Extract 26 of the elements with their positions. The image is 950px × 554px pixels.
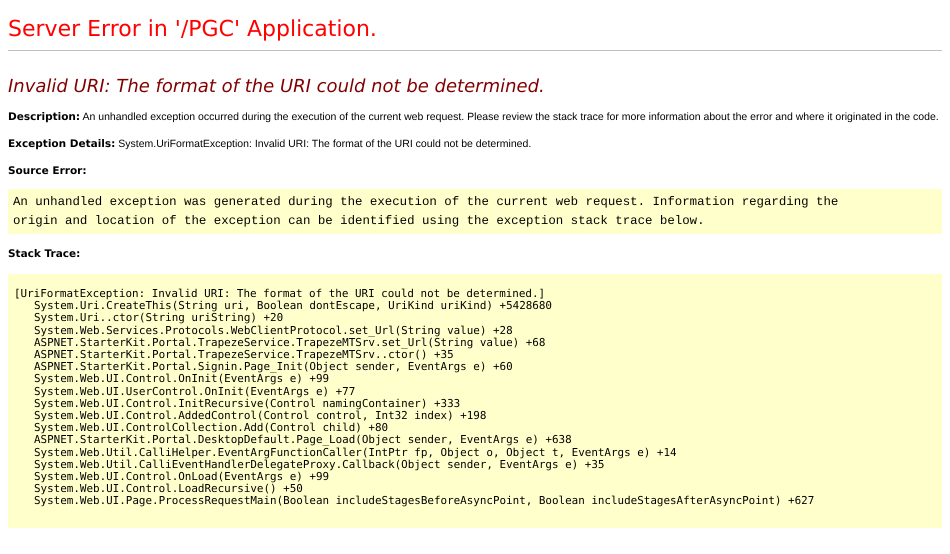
stack-trace-line: System.Web.UI.Control.OnInit(EventArgs e) +99 — [34, 373, 330, 386]
stack-trace-line: ASPNET.StarterKit.Portal.DesktopDefault.Page_Load(Object sender, EventArgs e) +638 — [34, 434, 572, 447]
stack-trace-line: System.Web.UI.Control.InitRecursive(Control namingContainer) +333 — [34, 398, 460, 410]
exception-details-text: Exception Details: System.UriFormatException: Invalid URI: The format of the URI could not be determined. — [8, 138, 532, 151]
source-error-line: An unhandled exception was generated during the execution of the current web request. Information regarding the — [13, 194, 838, 211]
stack-trace-line: System.Uri.CreateThis(String uri, Boolean dontEscape, UriKind uriKind) +5428680 — [34, 300, 552, 312]
stack-trace-line: System.Web.UI.ControlCollection.Add(Control child) +80 — [34, 422, 388, 434]
error-heading: Invalid URI: The format of the URI could not be determined. — [8, 76, 545, 97]
stack-trace-line: System.Web.Util.CalliHelper.EventArgFunctionCaller(IntPtr fp, Object o, Object t, EventArgs e) +14 — [34, 446, 677, 459]
source-error-line: origin and location of the exception can be identified using the exception stack trace below. — [13, 213, 705, 230]
description-text: Description: An unhandled exception occurred during the execution of the current web request. Please review the stack trace for more information about the error and where it originated in the code. — [8, 111, 940, 124]
stack-trace-line: System.Web.UI.Control.LoadRecursive() +50 — [34, 483, 303, 496]
stack-trace-line: ASPNET.StarterKit.Portal.TrapezeService.TrapezeMTSrv..ctor() +35 — [34, 349, 454, 362]
section-label: Source Error: — [8, 165, 87, 177]
stack-trace-line: System.Web.UI.Control.OnLoad(EventArgs e) +99 — [34, 471, 330, 484]
stack-trace-line: System.Web.UI.UserControl.OnInit(EventArgs e) +77 — [34, 386, 356, 398]
stack-trace-line: System.Web.Services.Protocols.WebClientProtocol.set_Url(String value) +28 — [34, 324, 513, 337]
stack-trace-line: System.Uri..ctor(String uriString) +20 — [34, 312, 284, 325]
stack-trace-header: [UriFormatException: Invalid URI: The format of the URI could not be determined.] — [14, 288, 546, 300]
page-title: Server Error in '/PGC' Application. — [8, 16, 377, 42]
stack-trace-line: System.Web.UI.Control.AddedControl(Control control, Int32 index) +198 — [34, 410, 486, 422]
stack-trace-line: System.Web.UI.Page.ProcessRequestMain(Boolean includeStagesBeforeAsyncPoint, Boolean includeStagesAfterAsyncPoint) +627 — [34, 495, 814, 508]
section-label: Stack Trace: — [8, 248, 80, 260]
stack-trace-line: System.Web.Util.CalliEventHandlerDelegateProxy.Callback(Object sender, EventArgs e) +35 — [34, 458, 604, 472]
stack-trace-line: ASPNET.StarterKit.Portal.TrapezeService.TrapezeMTSrv.set_Url(String value) +68 — [34, 336, 546, 350]
stack-trace-line: ASPNET.StarterKit.Portal.Signin.Page_Init(Object sender, EventArgs e) +60 — [34, 361, 513, 374]
